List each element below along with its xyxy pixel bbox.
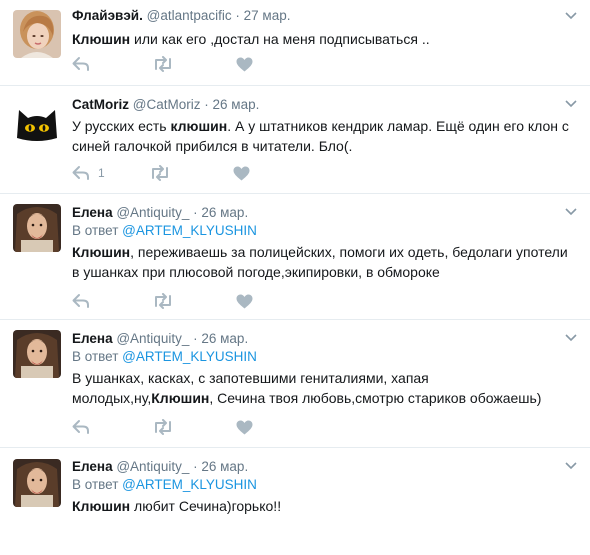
avatar[interactable] xyxy=(13,10,61,58)
separator: · xyxy=(193,331,198,346)
chevron-down-icon[interactable] xyxy=(564,458,578,472)
retweet-icon xyxy=(152,293,174,309)
reply-prefix: В ответ xyxy=(72,477,123,492)
reply-icon xyxy=(72,165,90,181)
reply-to-link[interactable]: @ARTEM_KLYUSHIN xyxy=(122,349,257,364)
fullname[interactable]: Елена xyxy=(72,459,113,474)
tweet[interactable]: Флайэвэй. @atlantpacific · 27 мар. Клюши… xyxy=(0,0,590,86)
tweet-header: CatMoriz @CatMoriz · 26 мар. xyxy=(72,96,570,114)
reply-button[interactable] xyxy=(72,56,90,72)
highlighted-keyword: Клюшин xyxy=(72,498,131,514)
timestamp[interactable]: 26 мар. xyxy=(201,205,248,220)
text-segment: , переживаешь за полицейских, помоги их … xyxy=(72,244,568,280)
like-button[interactable] xyxy=(236,294,253,309)
fullname[interactable]: Елена xyxy=(72,205,113,220)
like-button[interactable] xyxy=(236,57,253,72)
avatar[interactable] xyxy=(13,98,61,146)
retweet-button[interactable] xyxy=(152,419,174,435)
reply-prefix: В ответ xyxy=(72,223,123,238)
tweet-feed: Флайэвэй. @atlantpacific · 27 мар. Клюши… xyxy=(0,0,590,555)
heart-icon xyxy=(236,57,253,72)
reply-icon xyxy=(72,56,90,72)
highlighted-keyword: Клюшин xyxy=(72,244,131,260)
retweet-button[interactable] xyxy=(149,165,171,181)
username[interactable]: @CatMoriz xyxy=(133,97,201,112)
username[interactable]: @atlantpacific xyxy=(147,8,232,23)
separator: · xyxy=(235,8,240,23)
tweet-header: Флайэвэй. @atlantpacific · 27 мар. xyxy=(72,7,570,25)
tweet-actions xyxy=(72,417,315,437)
like-button[interactable] xyxy=(236,420,253,435)
tweet[interactable]: Елена @Antiquity_ · 26 мар. В ответ @ART… xyxy=(0,448,590,555)
avatar[interactable] xyxy=(13,204,61,252)
avatar[interactable] xyxy=(13,330,61,378)
timestamp[interactable]: 26 мар. xyxy=(213,97,260,112)
tweet[interactable]: Елена @Antiquity_ · 26 мар. В ответ @ART… xyxy=(0,320,590,448)
fullname[interactable]: CatMoriz xyxy=(72,97,129,112)
retweet-button[interactable] xyxy=(152,293,174,309)
reply-to-link[interactable]: @ARTEM_KLYUSHIN xyxy=(122,223,257,238)
reply-icon xyxy=(72,293,90,309)
tweet-text: Клюшин любит Сечина)горько!! xyxy=(72,496,570,516)
username[interactable]: @Antiquity_ xyxy=(116,459,189,474)
timestamp[interactable]: 26 мар. xyxy=(201,331,248,346)
highlighted-keyword: Клюшин xyxy=(151,390,210,406)
username[interactable]: @Antiquity_ xyxy=(116,331,189,346)
text-segment: , Сечина твоя любовь,смотрю стариков обо… xyxy=(209,390,542,406)
fullname[interactable]: Флайэвэй. xyxy=(72,8,143,23)
text-segment: любит Сечина)горько!! xyxy=(130,498,282,514)
tweet-actions: 1 xyxy=(72,163,312,183)
reply-icon xyxy=(72,419,90,435)
tweet-actions xyxy=(72,54,315,74)
tweet-text: У русских есть клюшин. А у штатников кен… xyxy=(72,116,570,156)
highlighted-keyword: клюшин xyxy=(170,118,228,134)
separator: · xyxy=(204,97,209,112)
heart-icon xyxy=(236,294,253,309)
reply-context: В ответ @ARTEM_KLYUSHIN xyxy=(72,476,570,494)
like-button[interactable] xyxy=(233,166,250,181)
tweet-header: Елена @Antiquity_ · 26 мар. xyxy=(72,458,570,476)
tweet[interactable]: Елена @Antiquity_ · 26 мар. В ответ @ART… xyxy=(0,194,590,320)
heart-icon xyxy=(233,166,250,181)
tweet-text: Клюшин или как его ,достал на меня подпи… xyxy=(72,29,570,49)
reply-button[interactable] xyxy=(72,419,90,435)
username[interactable]: @Antiquity_ xyxy=(116,205,189,220)
tweet-header: Елена @Antiquity_ · 26 мар. xyxy=(72,330,570,348)
text-segment: У русских есть xyxy=(72,118,171,134)
retweet-icon xyxy=(152,56,174,72)
timestamp[interactable]: 26 мар. xyxy=(201,459,248,474)
reply-context: В ответ @ARTEM_KLYUSHIN xyxy=(72,348,570,366)
chevron-down-icon[interactable] xyxy=(564,8,578,22)
heart-icon xyxy=(236,420,253,435)
reply-count: 1 xyxy=(98,166,105,180)
chevron-down-icon[interactable] xyxy=(564,204,578,218)
retweet-icon xyxy=(149,165,171,181)
timestamp[interactable]: 27 мар. xyxy=(244,8,291,23)
chevron-down-icon[interactable] xyxy=(564,96,578,110)
tweet-actions xyxy=(72,291,315,311)
separator: · xyxy=(193,459,198,474)
reply-context: В ответ @ARTEM_KLYUSHIN xyxy=(72,222,570,240)
chevron-down-icon[interactable] xyxy=(564,330,578,344)
text-segment: или как его ,достал на меня подписыватьс… xyxy=(130,31,430,47)
tweet-header: Елена @Antiquity_ · 26 мар. xyxy=(72,204,570,222)
tweet-text: В ушанках, касках, с запотевшими генитал… xyxy=(72,368,570,408)
reply-button[interactable] xyxy=(72,293,90,309)
reply-button[interactable]: 1 xyxy=(72,165,105,181)
retweet-icon xyxy=(152,419,174,435)
reply-to-link[interactable]: @ARTEM_KLYUSHIN xyxy=(122,477,257,492)
tweet[interactable]: CatMoriz @CatMoriz · 26 мар. У русских е… xyxy=(0,86,590,194)
retweet-button[interactable] xyxy=(152,56,174,72)
highlighted-keyword: Клюшин xyxy=(72,31,131,47)
avatar[interactable] xyxy=(13,459,61,507)
fullname[interactable]: Елена xyxy=(72,331,113,346)
tweet-text: Клюшин, переживаешь за полицейских, помо… xyxy=(72,242,570,282)
reply-prefix: В ответ xyxy=(72,349,123,364)
separator: · xyxy=(193,205,198,220)
